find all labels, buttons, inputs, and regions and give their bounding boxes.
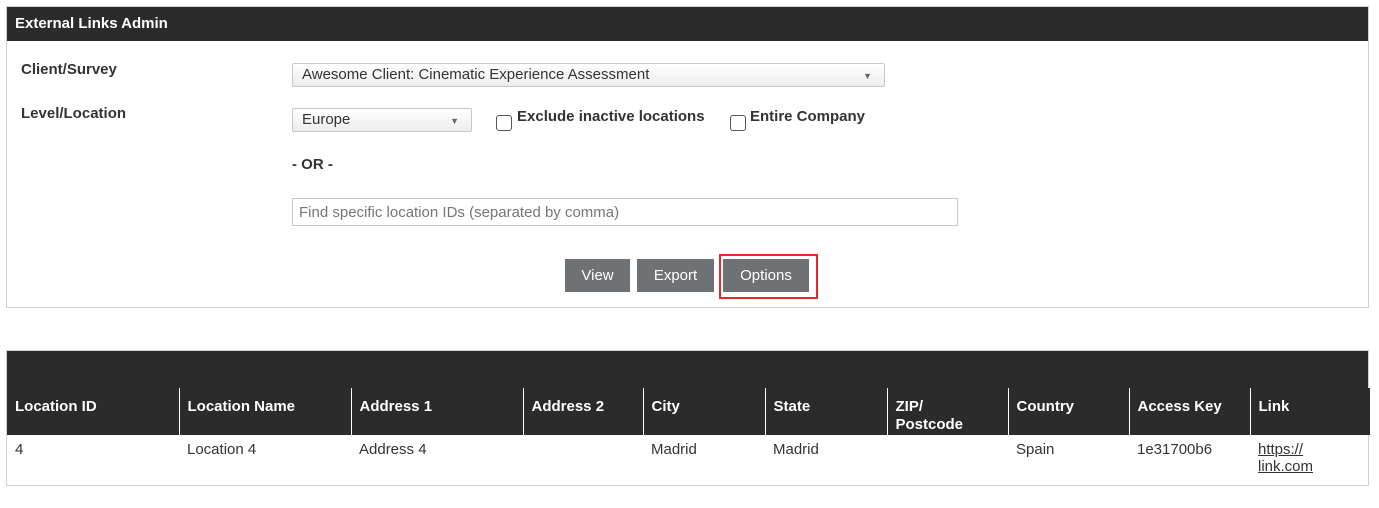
entire-company-checkbox[interactable] (730, 115, 746, 131)
options-highlight-box (719, 254, 818, 299)
location-ids-input[interactable] (292, 198, 958, 226)
table-top-bar (7, 351, 1368, 388)
exclude-inactive-label: Exclude inactive locations (517, 108, 705, 125)
cell-location-id: 4 (15, 441, 24, 458)
column-header-state[interactable]: State (764, 388, 887, 435)
table-header-row: Location ID Location Name Address 1 Addr… (7, 388, 1370, 435)
chevron-down-icon: ▼ (450, 116, 459, 126)
level-location-value: Europe (302, 111, 351, 128)
exclude-inactive-checkbox[interactable] (496, 115, 512, 131)
client-survey-label: Client/Survey (21, 61, 117, 78)
level-location-label: Level/Location (21, 105, 127, 122)
cell-zip-postcode (887, 435, 1008, 485)
export-button[interactable]: Export (637, 259, 714, 292)
chevron-down-icon: ▼ (863, 71, 872, 81)
entire-company-label: Entire Company (750, 108, 866, 125)
locations-table: Location ID Location Name Address 1 Addr… (7, 388, 1370, 485)
client-survey-value: Awesome Client: Cinematic Experience Ass… (302, 66, 650, 83)
cell-link: https:// link.com (1250, 435, 1370, 485)
column-header-city[interactable]: City (642, 388, 765, 435)
view-button[interactable]: View (565, 259, 630, 292)
column-header-location-id[interactable]: Location ID (7, 388, 179, 435)
level-location-select[interactable]: Europe ▼ (292, 108, 472, 132)
panel-title: External Links Admin (7, 7, 1368, 41)
column-header-access-key[interactable]: Access Key (1128, 388, 1250, 435)
client-survey-select[interactable]: Awesome Client: Cinematic Experience Ass… (292, 63, 885, 87)
column-header-location-name[interactable]: Location Name (178, 388, 351, 435)
cell-address-2 (523, 435, 643, 485)
column-header-country[interactable]: Country (1007, 388, 1129, 435)
cell-location-name: Location 4 (187, 441, 257, 458)
or-divider: - OR - (292, 156, 333, 173)
column-header-address-2[interactable]: Address 2 (522, 388, 643, 435)
locations-table-container: Location ID Location Name Address 1 Addr… (6, 350, 1370, 486)
column-header-address-1[interactable]: Address 1 (350, 388, 523, 435)
cell-city: Madrid (651, 441, 697, 458)
column-header-zip-postcode[interactable]: ZIP/ Postcode (886, 388, 1008, 435)
location-link[interactable]: https:// link.com (1258, 441, 1328, 475)
column-header-link[interactable]: Link (1249, 388, 1370, 435)
external-links-panel: External Links Admin Client/Survey Aweso… (6, 6, 1369, 308)
table-row: 4 Location 4 Address 4 Madrid Madrid Spa… (7, 435, 1370, 485)
cell-address-1: Address 4 (359, 441, 427, 458)
cell-access-key: 1e31700b6 (1137, 441, 1213, 458)
cell-state: Madrid (773, 441, 819, 458)
cell-country: Spain (1016, 441, 1055, 458)
